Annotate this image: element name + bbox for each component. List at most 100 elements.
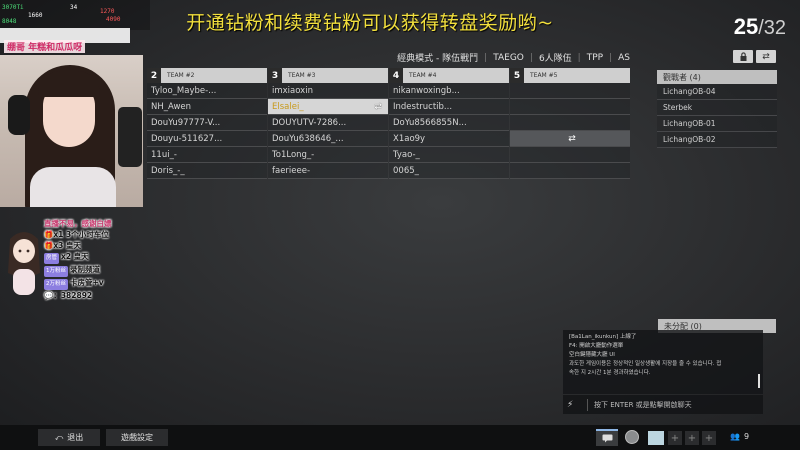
team-slot[interactable]: faerieee- xyxy=(268,163,388,179)
exit-button[interactable]: ⤺ 退出 xyxy=(38,429,100,446)
globe-button[interactable] xyxy=(625,430,639,444)
input-divider xyxy=(587,398,588,411)
team-name: TEAM #2 xyxy=(167,72,195,79)
team-slot-empty[interactable] xyxy=(510,99,630,115)
plus-icon: + xyxy=(670,432,680,444)
lock-icon xyxy=(740,52,746,61)
team-slot[interactable]: NH_Awen xyxy=(147,99,267,115)
stat-value: 8048 xyxy=(2,18,17,25)
team-slot-empty[interactable] xyxy=(510,163,630,179)
match-mode-bar: 經典模式 - 隊伍戰鬥 | TAEGO | 6人隊伍 | TPP | AS xyxy=(397,51,630,65)
team-slot[interactable]: Douyu-511627... xyxy=(147,131,267,147)
player-name: Tyloo_Maybe-... xyxy=(151,85,217,96)
chat-text: 上線了 xyxy=(619,334,637,340)
team-slot[interactable]: DouYu97777-V... xyxy=(147,115,267,131)
join-slot[interactable]: ⇄ xyxy=(510,131,630,147)
spectator-row[interactable]: LichangOB-02 xyxy=(657,132,777,148)
spectator-header[interactable]: 觀戰者 (4) xyxy=(657,70,777,84)
chat-icon: 💬 xyxy=(44,291,54,300)
team-slot[interactable]: Indestructib... xyxy=(389,99,509,115)
chat-sender: [Ba1Lan_ikunkun] xyxy=(569,334,619,340)
player-count-total: 32 xyxy=(763,17,786,39)
player-name: Elsalei_ xyxy=(272,101,304,112)
player-name: 11ui_- xyxy=(151,149,177,160)
team-slot-empty[interactable] xyxy=(510,83,630,99)
player-count-current: 25 xyxy=(733,14,759,39)
settings-button[interactable]: 遊戲設定 xyxy=(106,429,168,446)
mode-divider: | xyxy=(484,52,488,63)
team-slot[interactable]: DoYu8566855N... xyxy=(389,115,509,131)
notice-line: 🎁x1 3个小时车位 xyxy=(44,230,109,239)
swap-icon[interactable]: ⇄ xyxy=(374,102,382,112)
team-slot-self[interactable]: Elsalei_ ⇄ xyxy=(268,99,388,115)
chat-bubble-icon xyxy=(602,434,612,443)
team-header[interactable]: 3 TEAM #3 xyxy=(268,68,388,83)
team-size-label: 6人隊伍 xyxy=(538,54,572,64)
player-name: imxiaoxin xyxy=(272,85,313,96)
party-count-value: 9 xyxy=(743,432,750,441)
team-slot[interactable]: To1Long_- xyxy=(268,147,388,163)
party-count[interactable]: 👥 9 xyxy=(730,432,749,441)
swap-teams-button[interactable]: ⇄ xyxy=(756,50,776,63)
team-slot[interactable]: nikanwoxingb... xyxy=(389,83,509,99)
notice-line: 💬：382892 xyxy=(44,291,93,300)
lock-button[interactable] xyxy=(733,50,753,63)
settings-label: 遊戲設定 xyxy=(121,433,153,442)
team-slot-empty[interactable] xyxy=(510,147,630,163)
team-slot[interactable]: DOUYUTV-7286... xyxy=(268,115,388,131)
team-number: 3 xyxy=(268,68,282,83)
team-slot[interactable]: 0065_ xyxy=(389,163,509,179)
mode-label: 經典模式 - 隊伍戰鬥 xyxy=(397,54,479,64)
team-number: 4 xyxy=(389,68,403,83)
team-slot[interactable]: 11ui_- xyxy=(147,147,267,163)
chat-input[interactable]: ⚡ 按下 ENTER 或是點擊開啟聊天 xyxy=(563,395,763,414)
notice-line: 2万粉丝 卡房管+v xyxy=(44,277,134,290)
team-slot[interactable]: Tyloo_Maybe-... xyxy=(147,83,267,99)
team-header[interactable]: 2 TEAM #2 xyxy=(147,68,267,83)
player-name: To1Long_- xyxy=(272,149,315,160)
team-card-4: 4 TEAM #4 nikanwoxingb... Indestructib..… xyxy=(389,68,509,179)
notice-line: 🎁x3 皇天 xyxy=(44,241,82,250)
chat-scrollbar[interactable] xyxy=(758,374,760,388)
headset-icon xyxy=(8,95,30,135)
avatar[interactable] xyxy=(648,431,664,445)
badge-tag: 房管 xyxy=(44,253,60,264)
perspective-label: TPP xyxy=(586,52,604,63)
add-member-button[interactable]: + xyxy=(702,431,716,445)
chat-placeholder: 按下 ENTER 或是點擊開啟聊天 xyxy=(594,400,692,409)
chat-toggle-button[interactable] xyxy=(596,429,618,446)
spectator-row[interactable]: Sterbek xyxy=(657,100,777,116)
player-name: faerieee- xyxy=(272,165,311,176)
team-card-2: 2 TEAM #2 Tyloo_Maybe-... NH_Awen DouYu9… xyxy=(147,68,267,179)
player-name: DouYu97777-V... xyxy=(151,117,221,128)
player-name: X1ao9y xyxy=(393,133,426,144)
spectator-panel: 觀戰者 (4) LichangOB-04 Sterbek LichangOB-0… xyxy=(657,70,777,148)
map-label: TAEGO xyxy=(493,52,524,63)
team-slot[interactable]: Tyao-_ xyxy=(389,147,509,163)
team-slot[interactable]: Doris_-_ xyxy=(147,163,267,179)
streamer-caption: 绷哥 年糕和瓜瓜呀 xyxy=(4,40,86,53)
chat-line: F4: 開啟大廳動作選單 xyxy=(569,343,624,349)
team-slot-empty[interactable] xyxy=(510,115,630,131)
team-header[interactable]: 4 TEAM #4 xyxy=(389,68,509,83)
mode-divider: | xyxy=(577,52,581,63)
team-slot[interactable]: imxiaoxin xyxy=(268,83,388,99)
team-number: 2 xyxy=(147,68,161,83)
chibi-mascot xyxy=(8,232,40,295)
team-header[interactable]: 5 TEAM #5 xyxy=(510,68,630,83)
swap-icon: ⇄ xyxy=(762,51,770,62)
team-slot[interactable]: DouYu638646_... xyxy=(268,131,388,147)
team-slot[interactable]: X1ao9y xyxy=(389,131,509,147)
player-name: 0065_ xyxy=(393,165,419,176)
spectator-row[interactable]: LichangOB-04 xyxy=(657,84,777,100)
webcam-bangs xyxy=(38,71,100,97)
lightning-icon: ⚡ xyxy=(567,399,574,410)
add-member-button[interactable]: + xyxy=(685,431,699,445)
team-number: 5 xyxy=(510,68,524,83)
back-arrow-icon: ⤺ xyxy=(54,432,64,442)
player-name: Indestructib... xyxy=(393,101,453,112)
spectator-row[interactable]: LichangOB-01 xyxy=(657,116,777,132)
add-member-button[interactable]: + xyxy=(668,431,682,445)
chat-log[interactable]: [Ba1Lan_ikunkun] 上線了 F4: 開啟大廳動作選單 空白鍵隱藏大… xyxy=(563,330,763,394)
exit-label: 退出 xyxy=(67,433,84,442)
